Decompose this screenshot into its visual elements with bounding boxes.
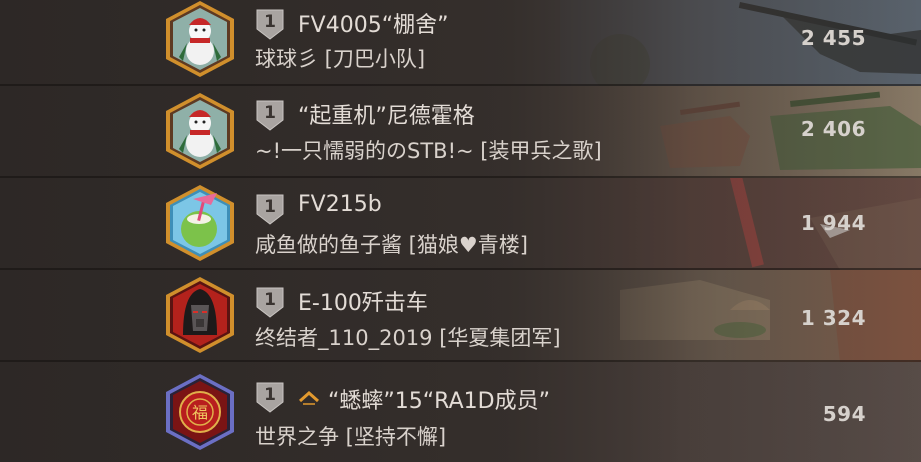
- player-clan: ~!一只懦弱的のSTB!~ [装甲兵之歌]: [255, 139, 602, 163]
- rank-badge: 1: [253, 285, 287, 319]
- rank-badge: 1: [253, 192, 287, 226]
- leaderboard-row[interactable]: 1 FV215b 咸鱼做的鱼子酱 [猫娘♥青楼] 1 944: [0, 178, 921, 270]
- rank-number: 1: [264, 385, 276, 405]
- rank-number: 1: [264, 103, 276, 123]
- rank-number: 1: [264, 12, 276, 32]
- player-name: FV215b: [298, 192, 382, 217]
- fu-emblem-avatar-icon: 福: [163, 372, 237, 452]
- svg-text:福: 福: [192, 403, 208, 422]
- rank-badge: 1: [253, 7, 287, 41]
- hooded-knight-avatar-icon: [163, 275, 237, 355]
- leaderboard-row[interactable]: 1 E-100歼击车 终结者_110_2019 [华夏集团军] 1 324: [0, 270, 921, 362]
- player-name: FV4005“棚舍”: [298, 13, 449, 38]
- coconut-drink-avatar-icon: [163, 183, 237, 263]
- rank-number: 1: [264, 197, 276, 217]
- snowman-avatar-icon: [163, 91, 237, 171]
- rank-number: 1: [264, 290, 276, 310]
- player-score: 594: [822, 402, 866, 426]
- rank-chevron-icon: [298, 389, 320, 405]
- player-score: 2 455: [800, 26, 866, 50]
- player-name: “起重机”尼德霍格: [298, 104, 475, 129]
- player-clan: 球球彡 [刀巴小队]: [255, 47, 426, 71]
- player-clan: 咸鱼做的鱼子酱 [猫娘♥青楼]: [255, 233, 528, 257]
- player-clan: 世界之争 [坚持不懈]: [255, 425, 447, 449]
- snowman-avatar-icon: [163, 0, 237, 79]
- player-score: 2 406: [800, 117, 866, 141]
- leaderboard-row[interactable]: 1 FV4005“棚舍” 球球彡 [刀巴小队] 2 455: [0, 0, 921, 86]
- rank-badge: 1: [253, 98, 287, 132]
- leaderboard-list: 1 FV4005“棚舍” 球球彡 [刀巴小队] 2 455 1 “起重机”尼德霍…: [0, 0, 921, 462]
- player-name: “蟋蟀”15“RA1D成员”: [328, 389, 550, 414]
- player-name: E-100歼击车: [298, 291, 428, 316]
- player-score: 1 944: [800, 211, 866, 235]
- leaderboard-row[interactable]: 1 “起重机”尼德霍格 ~!一只懦弱的のSTB!~ [装甲兵之歌] 2 406: [0, 86, 921, 178]
- rank-badge: 1: [253, 380, 287, 414]
- player-score: 1 324: [800, 306, 866, 330]
- player-clan: 终结者_110_2019 [华夏集团军]: [255, 326, 561, 350]
- leaderboard-row[interactable]: 福 1 “蟋蟀”15“RA1D成员” 世界之争 [坚持不懈] 594: [0, 362, 921, 462]
